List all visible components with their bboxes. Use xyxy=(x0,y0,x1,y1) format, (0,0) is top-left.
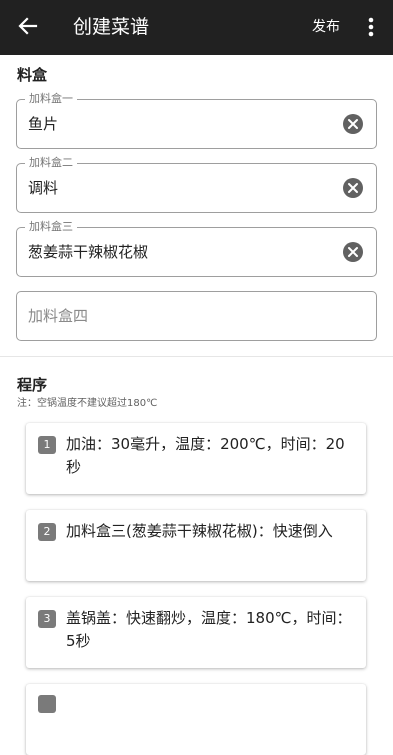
back-button[interactable] xyxy=(10,8,46,44)
step-card[interactable]: 3 盖锅盖：快速翻炒，温度：180℃，时间：5秒 xyxy=(26,597,366,668)
field-value[interactable]: 葱姜蒜干辣椒花椒 xyxy=(28,241,148,263)
step-text: 加油：30毫升，温度：200℃，时间：20秒 xyxy=(66,435,345,476)
ingredient-box-3-field[interactable]: 加料盒三 葱姜蒜干辣椒花椒 xyxy=(16,220,377,277)
field-label: 加料盒一 xyxy=(25,92,77,106)
field-value[interactable]: 调料 xyxy=(28,177,58,199)
more-options-button[interactable] xyxy=(358,10,384,44)
step-card-partial[interactable] xyxy=(26,684,366,755)
step-number-badge: 2 xyxy=(38,523,56,541)
section-divider xyxy=(0,356,393,357)
field-label: 加料盒三 xyxy=(25,220,77,234)
step-text: 加料盒三(葱姜蒜干辣椒花椒)：快速倒入 xyxy=(66,522,333,540)
step-number-badge xyxy=(38,695,56,713)
page-title: 创建菜谱 xyxy=(73,16,150,38)
publish-button[interactable]: 发布 xyxy=(304,15,348,39)
temperature-note: 注：空锅温度不建议超过180℃ xyxy=(17,398,158,409)
more-vertical-icon xyxy=(368,17,374,37)
field-label: 加料盒二 xyxy=(25,156,77,170)
ingredient-box-1-field[interactable]: 加料盒一 鱼片 xyxy=(16,92,377,149)
ingredient-box-2-field[interactable]: 加料盒二 调料 xyxy=(16,156,377,213)
clear-icon[interactable] xyxy=(342,113,364,135)
clear-icon[interactable] xyxy=(342,241,364,263)
step-card[interactable]: 1 加油：30毫升，温度：200℃，时间：20秒 xyxy=(26,423,366,494)
clear-icon[interactable] xyxy=(342,177,364,199)
step-number-badge: 3 xyxy=(38,610,56,628)
ingredient-box-4-field[interactable]: 加料盒四 xyxy=(16,291,377,341)
field-placeholder[interactable]: 加料盒四 xyxy=(28,305,88,327)
ingredients-section-title: 料盒 xyxy=(17,66,48,84)
step-text: 盖锅盖：快速翻炒，温度：180℃，时间：5秒 xyxy=(66,609,352,650)
step-card[interactable]: 2 加料盒三(葱姜蒜干辣椒花椒)：快速倒入 xyxy=(26,510,366,581)
arrow-left-icon xyxy=(18,17,38,35)
procedure-section-title: 程序 xyxy=(17,376,48,394)
app-bar: 创建菜谱 发布 xyxy=(0,0,393,55)
field-value[interactable]: 鱼片 xyxy=(28,113,58,135)
step-number-badge: 1 xyxy=(38,436,56,454)
